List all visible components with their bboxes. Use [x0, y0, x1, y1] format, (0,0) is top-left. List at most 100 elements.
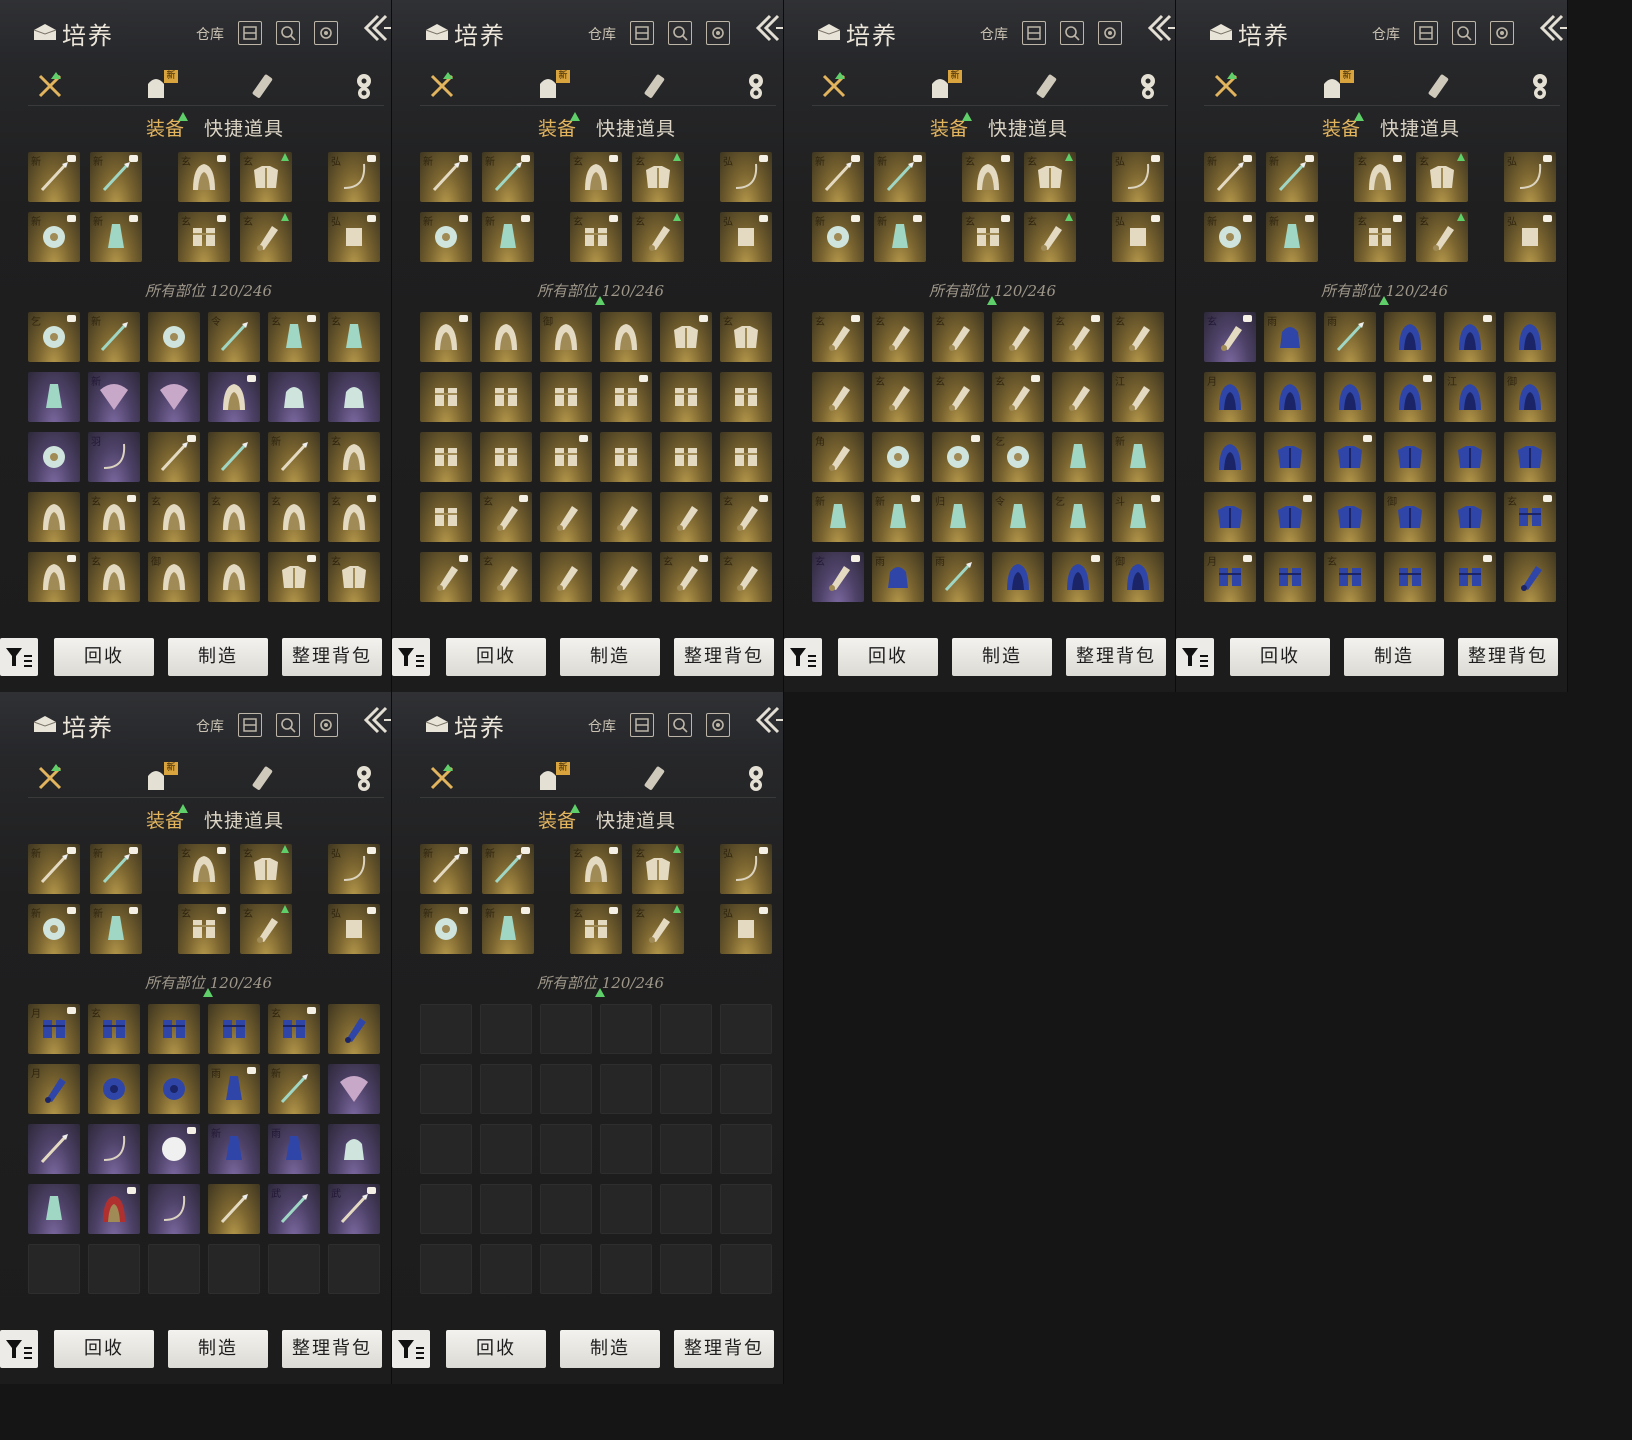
item-slot[interactable]	[540, 552, 592, 602]
item-slot[interactable]: 玄	[1416, 212, 1468, 262]
category-weapons[interactable]	[426, 70, 458, 102]
item-slot[interactable]: 月	[1204, 372, 1256, 422]
item-slot[interactable]	[480, 312, 532, 362]
item-slot[interactable]: 新	[90, 904, 142, 954]
item-slot[interactable]: 江	[1444, 372, 1496, 422]
sort-bag-button[interactable]: 整理背包	[674, 638, 774, 676]
item-slot[interactable]: 玄	[268, 1004, 320, 1054]
item-slot[interactable]	[148, 1184, 200, 1234]
item-slot[interactable]	[1264, 492, 1316, 542]
item-slot[interactable]	[600, 552, 652, 602]
item-slot[interactable]: 弘	[720, 844, 772, 894]
category-token[interactable]	[1524, 70, 1556, 102]
item-slot[interactable]: 玄	[268, 312, 320, 362]
item-slot[interactable]	[660, 432, 712, 482]
item-slot[interactable]: 弘	[328, 152, 380, 202]
item-slot[interactable]: 玄	[1324, 552, 1376, 602]
item-slot[interactable]	[420, 372, 472, 422]
empty-slot[interactable]	[480, 1244, 532, 1294]
category-scroll[interactable]	[638, 762, 670, 794]
item-slot[interactable]: 新	[420, 844, 472, 894]
item-slot[interactable]: 玄	[328, 552, 380, 602]
item-slot[interactable]: 新	[1266, 212, 1318, 262]
item-slot[interactable]: 新	[874, 152, 926, 202]
item-slot[interactable]: 御	[1112, 552, 1164, 602]
recycle-button[interactable]: 回收	[446, 638, 546, 676]
item-slot[interactable]	[660, 492, 712, 542]
item-slot[interactable]: 弘	[328, 844, 380, 894]
empty-slot[interactable]	[660, 1124, 712, 1174]
warehouse-label[interactable]: 仓库	[588, 716, 616, 736]
item-slot[interactable]: 玄	[1204, 312, 1256, 362]
item-slot[interactable]: 玄	[88, 1004, 140, 1054]
item-slot[interactable]: 乞	[992, 432, 1044, 482]
item-slot[interactable]: 弘	[720, 212, 772, 262]
item-slot[interactable]: 新	[90, 152, 142, 202]
search-button[interactable]	[668, 713, 692, 737]
item-slot[interactable]	[420, 312, 472, 362]
item-slot[interactable]: 玄	[992, 372, 1044, 422]
category-token[interactable]	[348, 762, 380, 794]
empty-slot[interactable]	[28, 1244, 80, 1294]
item-slot[interactable]	[208, 432, 260, 482]
item-slot[interactable]: 雨	[932, 552, 984, 602]
search-button[interactable]	[1060, 21, 1084, 45]
item-slot[interactable]	[600, 432, 652, 482]
item-slot[interactable]: 玄	[812, 312, 864, 362]
item-slot[interactable]: 玄	[268, 492, 320, 542]
item-slot[interactable]: 玄	[208, 492, 260, 542]
item-slot[interactable]: 雨	[268, 1124, 320, 1174]
item-slot[interactable]: 玄	[1354, 212, 1406, 262]
item-slot[interactable]	[600, 312, 652, 362]
empty-slot[interactable]	[420, 1064, 472, 1114]
item-slot[interactable]: 玄	[88, 492, 140, 542]
item-slot[interactable]: 月	[28, 1064, 80, 1114]
item-slot[interactable]	[88, 1124, 140, 1174]
item-slot[interactable]: 玄	[1052, 312, 1104, 362]
item-slot[interactable]: 弘	[720, 152, 772, 202]
empty-slot[interactable]	[208, 1244, 260, 1294]
category-scroll[interactable]	[1422, 70, 1454, 102]
item-slot[interactable]: 新	[1266, 152, 1318, 202]
category-weapons[interactable]	[34, 70, 66, 102]
empty-slot[interactable]	[600, 1064, 652, 1114]
item-slot[interactable]: 新	[88, 312, 140, 362]
item-slot[interactable]: 归	[932, 492, 984, 542]
empty-slot[interactable]	[660, 1244, 712, 1294]
craft-button[interactable]: 制造	[168, 1330, 268, 1368]
item-slot[interactable]	[328, 1064, 380, 1114]
item-slot[interactable]: 玄	[178, 844, 230, 894]
item-slot[interactable]: 玄	[178, 152, 230, 202]
sort-bag-button[interactable]: 整理背包	[674, 1330, 774, 1368]
category-token[interactable]	[348, 70, 380, 102]
item-slot[interactable]: 御	[148, 552, 200, 602]
item-slot[interactable]	[1504, 552, 1556, 602]
item-slot[interactable]: 雨	[1264, 312, 1316, 362]
item-slot[interactable]: 新	[28, 844, 80, 894]
item-slot[interactable]	[28, 492, 80, 542]
item-slot[interactable]: 江	[1112, 372, 1164, 422]
item-slot[interactable]: 新	[874, 212, 926, 262]
item-slot[interactable]	[720, 432, 772, 482]
item-slot[interactable]: 玄	[632, 904, 684, 954]
item-slot[interactable]	[872, 432, 924, 482]
item-slot[interactable]	[420, 432, 472, 482]
item-slot[interactable]: 玄	[1024, 152, 1076, 202]
empty-slot[interactable]	[480, 1064, 532, 1114]
settings-button[interactable]	[1490, 21, 1514, 45]
item-slot[interactable]: 玄	[178, 212, 230, 262]
item-slot[interactable]	[148, 432, 200, 482]
item-slot[interactable]: 玄	[480, 552, 532, 602]
item-slot[interactable]: 御	[540, 312, 592, 362]
item-slot[interactable]: 玄	[570, 212, 622, 262]
item-slot[interactable]	[268, 372, 320, 422]
item-slot[interactable]	[208, 1004, 260, 1054]
item-slot[interactable]	[148, 1004, 200, 1054]
item-slot[interactable]	[88, 1184, 140, 1234]
item-slot[interactable]	[420, 492, 472, 542]
item-slot[interactable]: 新	[420, 904, 472, 954]
filter-button[interactable]	[392, 1330, 430, 1368]
item-slot[interactable]: 新	[482, 904, 534, 954]
item-slot[interactable]: 玄	[570, 904, 622, 954]
item-slot[interactable]: 新	[90, 212, 142, 262]
